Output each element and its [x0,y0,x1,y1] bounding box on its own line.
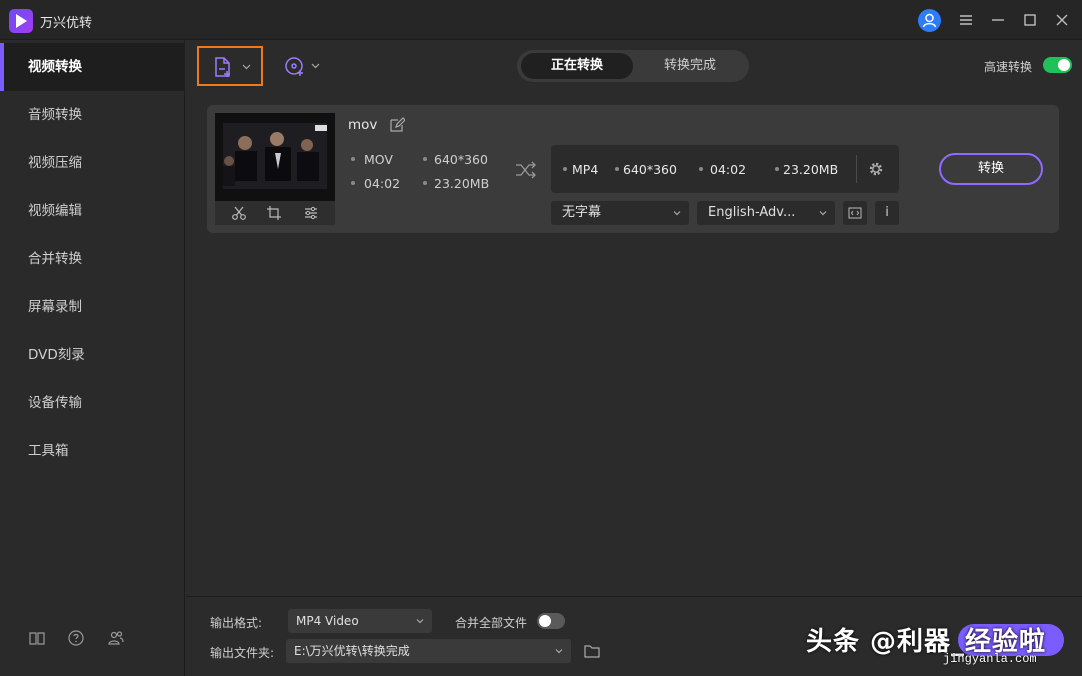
sidebar-item-toolbox[interactable]: 工具箱 [0,427,185,475]
output-size: 23.20MB [783,162,839,177]
bullet [563,167,567,171]
chevron-down-icon [242,64,251,70]
thumbnail-toolbar [215,201,335,225]
high-speed-toggle[interactable] [1043,57,1072,73]
subtitle-editor-button[interactable] [843,201,867,225]
bullet [351,181,355,185]
crop-icon[interactable] [267,206,281,220]
divider [856,155,857,183]
output-format: MP4 [572,162,599,177]
output-duration: 04:02 [710,162,747,177]
tab-converting[interactable]: 正在转换 [521,53,633,79]
sidebar-item-merge[interactable]: 合并转换 [0,235,185,283]
disc-add-icon [285,57,303,76]
maximize-icon[interactable] [1020,10,1040,30]
output-folder-value: E:\万兴优转\转换完成 [294,644,410,658]
chevron-down-icon [555,649,563,654]
watermark-url: jingyanla.com [943,652,1037,666]
bullet [351,157,355,161]
sidebar-item-video-edit[interactable]: 视频编辑 [0,187,185,235]
chevron-down-icon [673,211,681,216]
chevron-down-icon [416,619,424,624]
user-avatar-icon[interactable] [918,9,941,32]
trim-icon[interactable] [231,206,247,220]
sidebar-item-video-convert[interactable]: 视频转换 [0,43,185,91]
add-file-button[interactable] [197,46,263,86]
file-name: mov [348,117,378,133]
output-folder-select[interactable]: E:\万兴优转\转换完成 [286,639,571,663]
sidebar-item-screen-record[interactable]: 屏幕录制 [0,283,185,331]
edit-name-icon[interactable] [389,117,405,133]
video-thumbnail[interactable] [215,113,335,201]
output-folder-label: 输出文件夹: [210,646,275,660]
source-duration: 04:02 [364,176,401,191]
code-icon [848,207,862,219]
convert-button[interactable]: 转换 [939,153,1043,185]
audio-track-value: English-Adv... [708,205,796,220]
gear-icon[interactable] [867,160,885,178]
effects-icon[interactable] [304,206,318,220]
output-format-label: 输出格式: [210,616,263,630]
sidebar-item-audio-convert[interactable]: 音频转换 [0,91,185,139]
menu-icon[interactable] [956,10,976,30]
app-logo-icon [9,9,33,33]
source-size: 23.20MB [434,176,490,191]
status-tabs: 正在转换 转换完成 [517,50,749,82]
tab-completed[interactable]: 转换完成 [635,53,745,79]
book-icon[interactable] [28,629,46,647]
output-resolution: 640*360 [623,162,677,177]
sidebar-item-video-compress[interactable]: 视频压缩 [0,139,185,187]
source-resolution: 640*360 [434,152,488,167]
audio-track-select[interactable]: English-Adv... [697,201,835,225]
sidebar: 视频转换 音频转换 视频压缩 视频编辑 合并转换 屏幕录制 DVD刻录 设备传输… [0,40,185,676]
close-icon[interactable] [1052,10,1072,30]
chevron-down-icon [311,63,320,69]
minimize-icon[interactable] [988,10,1008,30]
community-icon[interactable] [107,629,125,647]
merge-all-toggle[interactable] [537,613,565,629]
add-file-icon [215,57,230,77]
bullet [775,167,779,171]
info-button[interactable]: i [875,201,899,225]
high-speed-label: 高速转换 [984,60,1033,74]
bullet [699,167,703,171]
folder-icon[interactable] [584,644,600,658]
shuffle-icon [516,161,536,179]
subtitle-value: 无字幕 [562,205,602,220]
output-format-select[interactable]: MP4 Video [288,609,432,633]
title-bar: 万兴优转 [0,0,1082,40]
bullet [615,167,619,171]
merge-all-label: 合并全部文件 [455,616,528,630]
add-dvd-button[interactable] [280,50,324,82]
bullet [423,157,427,161]
bullet [423,181,427,185]
sidebar-item-device-transfer[interactable]: 设备传输 [0,379,185,427]
output-format-value: MP4 Video [296,614,359,628]
chevron-down-icon [819,211,827,216]
help-icon[interactable] [67,629,85,647]
subtitle-select[interactable]: 无字幕 [551,201,689,225]
sidebar-item-dvd-burn[interactable]: DVD刻录 [0,331,185,379]
source-format: MOV [364,152,393,167]
app-title: 万兴优转 [40,16,93,31]
